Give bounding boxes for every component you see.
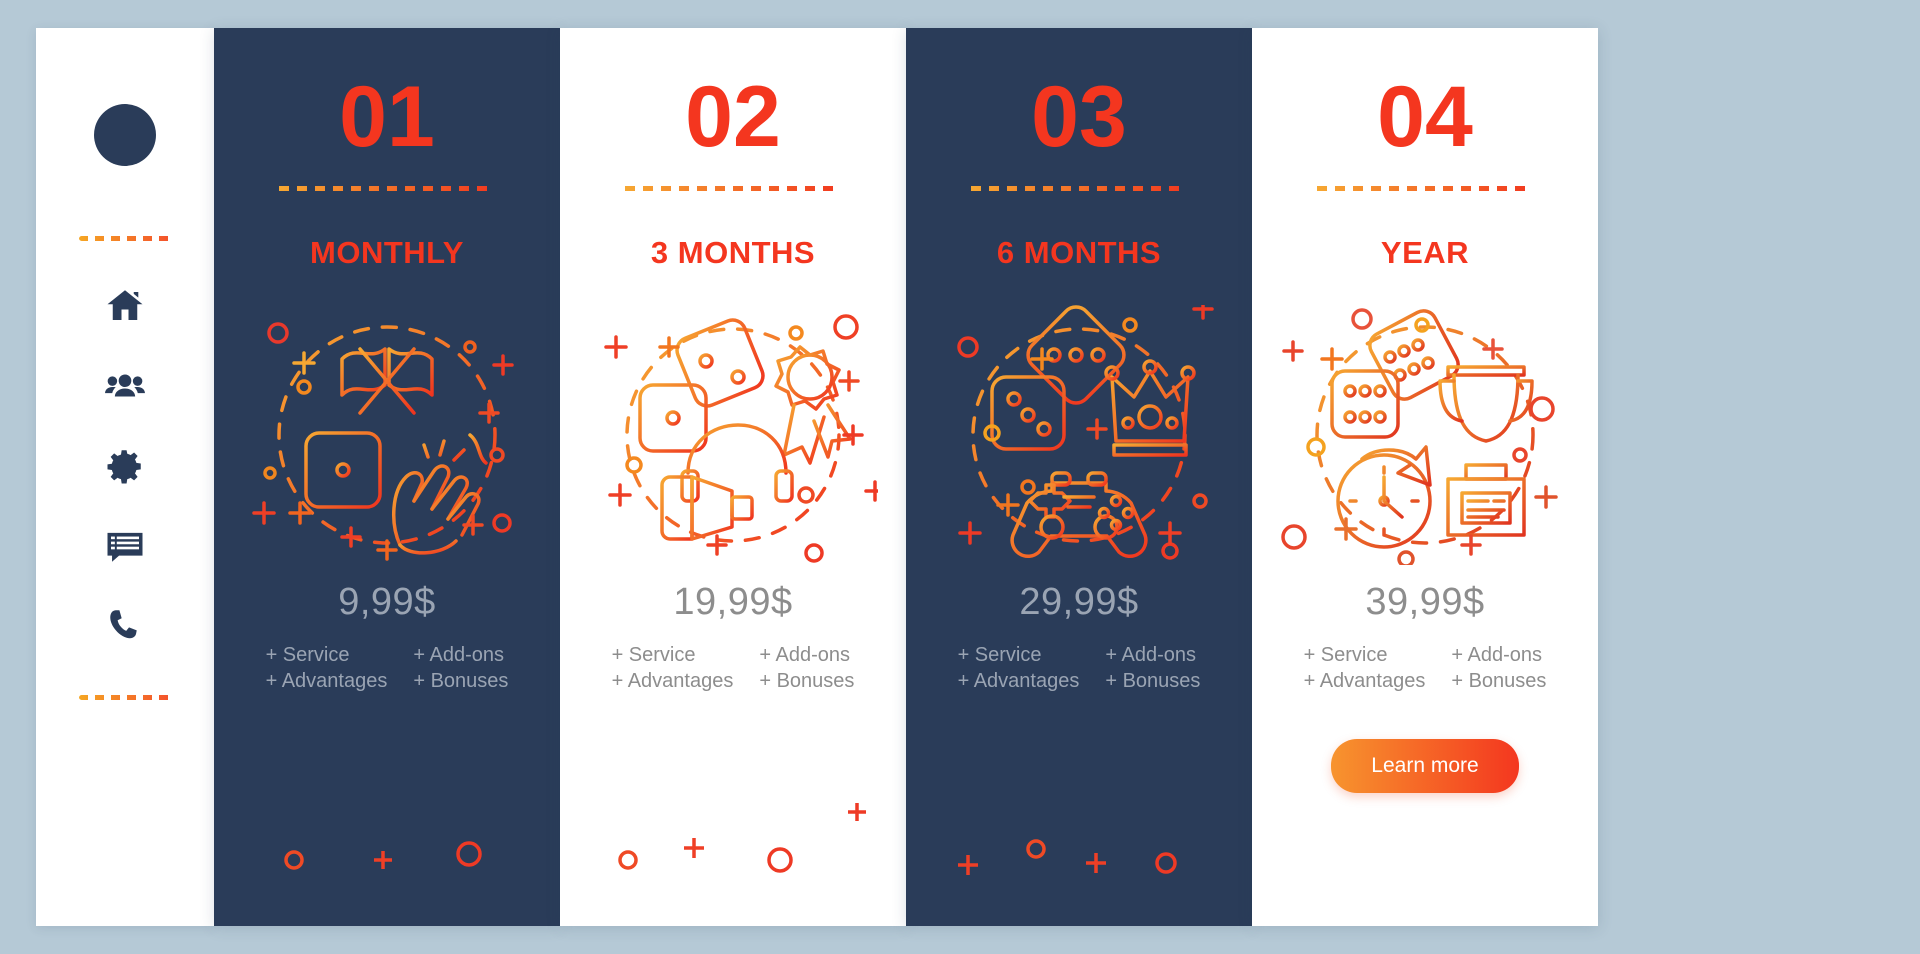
feature-item: + Service	[1303, 644, 1388, 666]
onboarding-screens-stage: 01 MONTHLY 9,99$ + Service + Advantages …	[0, 0, 1920, 954]
feature-column-right: + Add-ons + Bonuses	[1451, 642, 1546, 695]
card-price: 39,99$	[1365, 581, 1485, 623]
dice-trophy-clock-illustration	[1280, 305, 1570, 565]
card-divider	[279, 186, 495, 191]
card-number: 03	[1031, 69, 1127, 165]
card-feature-list: + Service + Advantages + Add-ons + Bonus…	[612, 642, 855, 695]
users-icon	[104, 365, 146, 412]
pricing-card-monthly[interactable]: 01 MONTHLY 9,99$ + Service + Advantages …	[214, 28, 560, 926]
card-feature-list: + Service + Advantages + Add-ons + Bonus…	[958, 642, 1201, 695]
card-footer-confetti	[618, 803, 866, 873]
card-number: 01	[339, 69, 435, 165]
card-divider	[971, 186, 1187, 191]
sidebar-item-home[interactable]	[102, 285, 148, 331]
home-icon	[104, 285, 146, 332]
feature-item: + Add-ons	[1105, 644, 1196, 666]
feature-item: + Add-ons	[413, 644, 504, 666]
card-price: 9,99$	[338, 581, 436, 623]
feature-item: + Advantages	[611, 670, 734, 693]
pricing-card-year[interactable]: 04 YEAR 39,99$ + Service + Advantages + …	[1252, 28, 1598, 926]
feature-item: + Advantages	[265, 670, 388, 693]
gear-icon	[104, 445, 146, 492]
feature-item: + Bonuses	[1105, 670, 1201, 693]
card-title: YEAR	[1380, 235, 1470, 270]
card-price: 29,99$	[1019, 581, 1139, 623]
card-divider	[625, 186, 841, 191]
feature-item: + Add-ons	[759, 644, 850, 666]
feature-column-right: + Add-ons + Bonuses	[759, 642, 854, 695]
sidebar-divider-bottom	[79, 695, 171, 700]
card-price: 19,99$	[673, 581, 793, 623]
learn-more-button[interactable]: Learn more	[1331, 738, 1519, 793]
sidebar-item-contact[interactable]	[102, 605, 148, 651]
phone-icon	[104, 605, 146, 652]
sidebar-item-messages[interactable]	[102, 525, 148, 571]
flags-dice-clapping-hands-illustration	[242, 305, 532, 565]
card-title: 6 MONTHS	[996, 235, 1162, 270]
feature-item: + Service	[957, 644, 1042, 666]
sidebar-item-community[interactable]	[102, 365, 148, 411]
feature-item: + Service	[611, 644, 696, 666]
pricing-cards: 01 MONTHLY 9,99$ + Service + Advantages …	[214, 28, 1920, 926]
card-footer-confetti	[958, 839, 1177, 875]
card-number: 02	[685, 69, 781, 165]
feature-item: + Advantages	[957, 670, 1080, 693]
card-feature-list: + Service + Advantages + Add-ons + Bonus…	[266, 642, 509, 695]
chat-list-icon	[104, 525, 146, 572]
feature-column-left: + Service + Advantages	[958, 642, 1080, 695]
feature-item: + Bonuses	[759, 670, 855, 693]
card-footer-confetti	[284, 841, 482, 870]
card-feature-list: + Service + Advantages + Add-ons + Bonus…	[1304, 642, 1547, 695]
card-title: 3 MONTHS	[650, 235, 816, 270]
card-number: 04	[1377, 69, 1473, 165]
feature-item: + Bonuses	[1451, 670, 1547, 693]
dice-crown-gamepad-illustration	[934, 305, 1224, 565]
feature-column-left: + Service + Advantages	[612, 642, 734, 695]
feature-column-right: + Add-ons + Bonuses	[413, 642, 508, 695]
feature-column-right: + Add-ons + Bonuses	[1105, 642, 1200, 695]
feature-item: + Service	[265, 644, 350, 666]
feature-item: + Advantages	[1303, 670, 1426, 693]
sidebar-item-settings[interactable]	[102, 445, 148, 491]
sidebar-divider-top	[79, 236, 171, 241]
feature-item: + Bonuses	[413, 670, 509, 693]
feature-column-left: + Service + Advantages	[1304, 642, 1426, 695]
card-divider	[1317, 186, 1533, 191]
sidebar	[36, 28, 214, 926]
pricing-card-6-months[interactable]: 03 6 MONTHS 29,99$ + Service + Advantage…	[906, 28, 1252, 926]
card-title: MONTHLY	[310, 235, 464, 270]
feature-column-left: + Service + Advantages	[266, 642, 388, 695]
avatar	[94, 104, 156, 166]
pricing-card-3-months[interactable]: 02 3 MONTHS 19,99$ + Service + Advantage…	[560, 28, 906, 926]
sidebar-icon-list	[102, 285, 148, 651]
feature-item: + Add-ons	[1451, 644, 1542, 666]
dice-award-vr-headset-illustration	[588, 305, 878, 565]
